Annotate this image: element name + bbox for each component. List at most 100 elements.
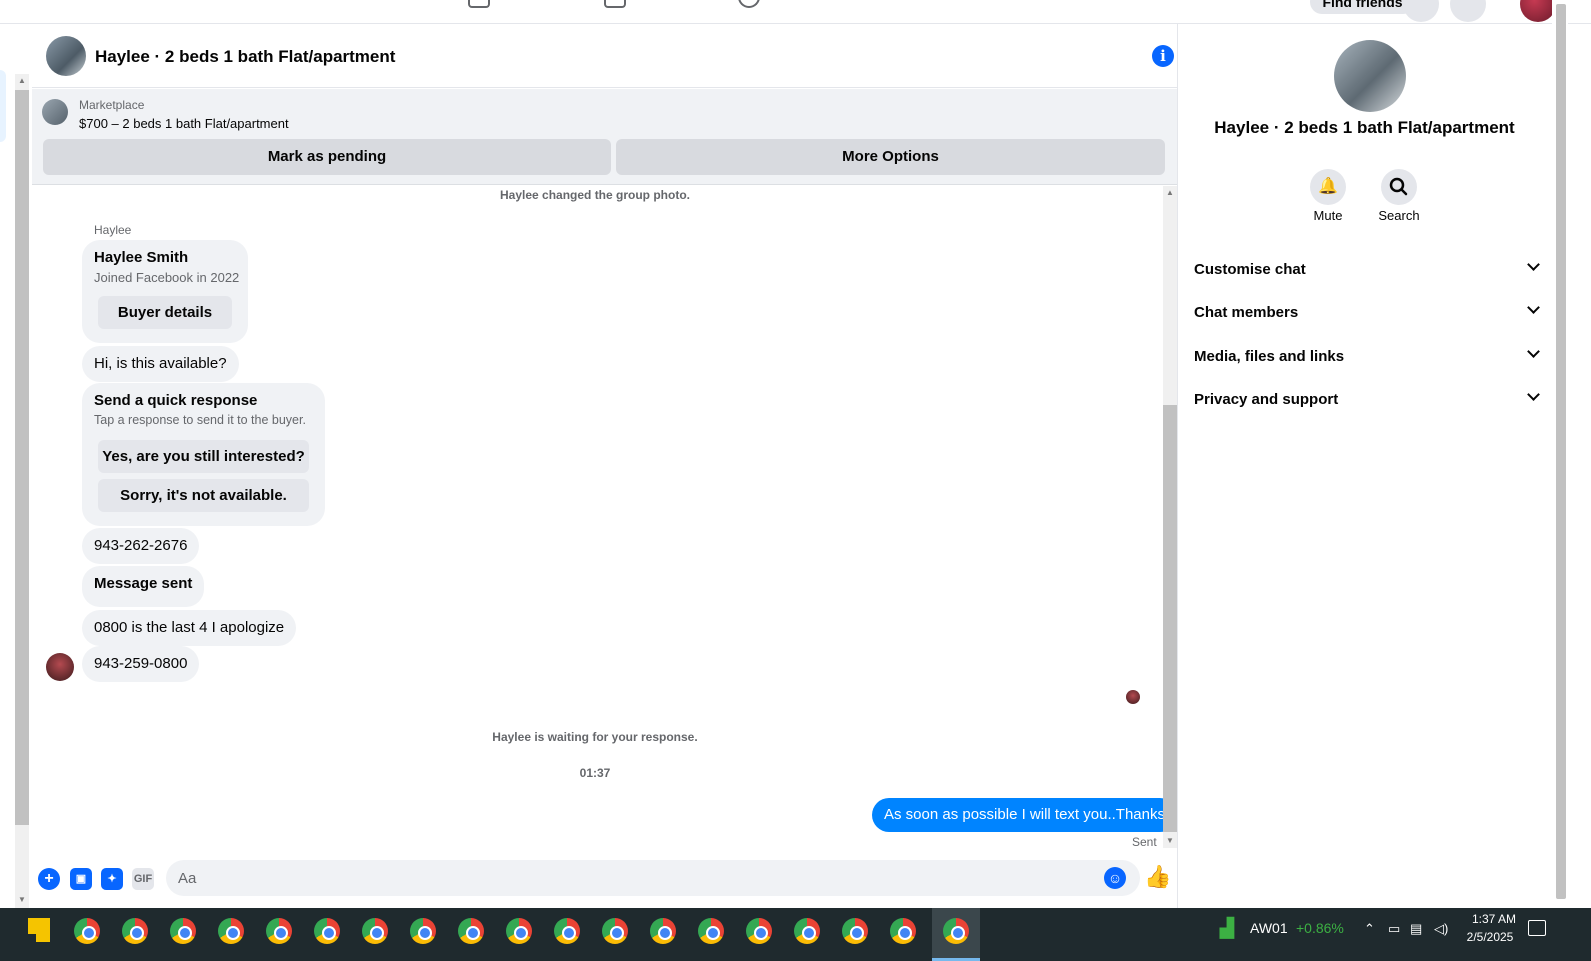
chrome-icon[interactable]: [74, 918, 100, 944]
mark-as-pending-button[interactable]: Mark as pending: [43, 139, 611, 175]
listing-thumbnail[interactable]: [42, 99, 68, 125]
scroll-down-icon[interactable]: ▼: [1166, 836, 1174, 845]
sticky-notes-icon[interactable]: [28, 918, 50, 942]
info-icon[interactable]: i: [1152, 45, 1174, 67]
quick-response-yes-button[interactable]: Yes, are you still interested?: [98, 440, 309, 473]
section-label: Media, files and links: [1194, 348, 1345, 365]
chrome-icon[interactable]: [554, 918, 580, 944]
chrome-icon[interactable]: [650, 918, 676, 944]
buyer-name: Haylee Smith: [94, 249, 189, 266]
top-navigation-bar: Find friends: [0, 0, 1591, 24]
gaming-nav-icon[interactable]: [738, 0, 760, 8]
emoji-icon[interactable]: ☺: [1104, 867, 1126, 889]
message-bubble: 0800 is the last 4 I apologize: [82, 610, 297, 646]
clock-time[interactable]: 1:37 AM: [1464, 912, 1524, 926]
groups-nav-icon[interactable]: [604, 0, 626, 8]
conversation-scrollbar-thumb[interactable]: [1163, 405, 1177, 832]
plus-icon[interactable]: +: [38, 868, 60, 890]
chrome-icon[interactable]: [410, 918, 436, 944]
section-label: Chat members: [1194, 304, 1299, 321]
chrome-icon[interactable]: [943, 918, 969, 944]
chat-details-panel: [1177, 24, 1552, 916]
chevron-down-icon: [1527, 258, 1540, 271]
message-sent-notice: Message sent: [82, 566, 205, 607]
chat-title[interactable]: Haylee · 2 beds 1 bath Flat/apartment: [95, 47, 395, 67]
bell-icon[interactable]: 🔔: [1310, 169, 1346, 205]
chevron-down-icon: [1527, 388, 1540, 401]
section-label: Customise chat: [1194, 261, 1306, 278]
chrome-icon[interactable]: [842, 918, 868, 944]
chrome-icon[interactable]: [794, 918, 820, 944]
page-scrollbar-thumb[interactable]: [1556, 4, 1566, 899]
message-input[interactable]: [166, 860, 1140, 896]
sticker-icon[interactable]: ✦: [101, 868, 123, 890]
search-label[interactable]: Search: [1369, 208, 1429, 223]
meet-now-icon[interactable]: ▭: [1388, 921, 1400, 937]
notification-icon[interactable]: [1528, 920, 1546, 936]
timestamp: 01:37: [579, 766, 611, 780]
image-icon[interactable]: ▣: [70, 868, 92, 890]
stock-chart-icon[interactable]: ▟: [1220, 918, 1242, 942]
system-message-group-photo: Haylee changed the group photo.: [499, 188, 690, 202]
buyer-details-button[interactable]: Buyer details: [98, 296, 232, 329]
chrome-icon[interactable]: [314, 918, 340, 944]
sender-avatar[interactable]: [46, 653, 74, 681]
listing-price-title[interactable]: $700 – 2 beds 1 bath Flat/apartment: [79, 116, 289, 131]
section-chat-members[interactable]: Chat members: [1194, 294, 1544, 334]
chrome-icon[interactable]: [170, 918, 196, 944]
chrome-icon[interactable]: [698, 918, 724, 944]
chrome-icon[interactable]: [602, 918, 628, 944]
chat-details-avatar[interactable]: [1334, 40, 1406, 112]
chrome-icon[interactable]: [122, 918, 148, 944]
seen-indicator-avatar: [1126, 690, 1140, 704]
like-icon[interactable]: 👍: [1144, 864, 1171, 890]
chrome-icon[interactable]: [746, 918, 772, 944]
chevron-down-icon: [1527, 301, 1540, 314]
quick-response-subtitle: Tap a response to send it to the buyer.: [94, 413, 306, 427]
mute-label[interactable]: Mute: [1298, 208, 1358, 223]
stock-symbol[interactable]: AW01: [1250, 920, 1288, 936]
left-scrollbar-thumb[interactable]: [15, 90, 29, 825]
account-avatar[interactable]: [1520, 0, 1556, 22]
chrome-icon[interactable]: [890, 918, 916, 944]
chrome-icon[interactable]: [218, 918, 244, 944]
chat-avatar[interactable]: [46, 36, 86, 76]
quick-response-sorry-button[interactable]: Sorry, it's not available.: [98, 479, 309, 512]
stock-change[interactable]: +0.86%: [1296, 920, 1344, 936]
gif-icon[interactable]: GIF: [132, 868, 154, 890]
messenger-icon[interactable]: [1450, 0, 1486, 22]
chrome-icon[interactable]: [362, 918, 388, 944]
message-status: Sent: [1132, 835, 1157, 849]
buyer-joined: Joined Facebook in 2022: [94, 270, 240, 285]
section-customise-chat[interactable]: Customise chat: [1194, 251, 1544, 291]
clock-date[interactable]: 2/5/2025: [1460, 930, 1520, 944]
section-privacy-support[interactable]: Privacy and support: [1194, 381, 1544, 421]
search-icon[interactable]: [1381, 169, 1417, 205]
tray-expand-icon[interactable]: ⌃: [1364, 921, 1375, 937]
buyer-profile-card: Haylee Smith Joined Facebook in 2022 Buy…: [82, 240, 248, 343]
menu-grid-icon[interactable]: [1403, 0, 1439, 22]
message-bubble: Hi, is this available?: [82, 346, 239, 382]
volume-icon[interactable]: ◁): [1434, 921, 1448, 937]
system-message-waiting: Haylee is waiting for your response.: [492, 730, 698, 744]
chrome-icon[interactable]: [458, 918, 484, 944]
marketplace-label: Marketplace: [79, 98, 145, 112]
find-friends-button[interactable]: Find friends: [1310, 0, 1415, 14]
message-bubble: 943-262-2676: [82, 528, 200, 564]
left-scroll-down-icon[interactable]: ▼: [18, 895, 26, 904]
outgoing-message-bubble: As soon as possible I will text you..Tha…: [872, 798, 1177, 832]
section-media-files-links[interactable]: Media, files and links: [1194, 338, 1544, 378]
chevron-down-icon: [1527, 345, 1540, 358]
marketplace-nav-icon[interactable]: [468, 0, 490, 8]
scroll-up-icon[interactable]: ▲: [1166, 188, 1174, 197]
chrome-icon[interactable]: [266, 918, 292, 944]
chrome-icon[interactable]: [506, 918, 532, 944]
left-scroll-up-icon[interactable]: ▲: [18, 76, 26, 85]
network-icon[interactable]: ▤: [1410, 921, 1422, 937]
chat-details-title: Haylee · 2 beds 1 bath Flat/apartment: [1214, 118, 1515, 137]
more-options-button[interactable]: More Options: [616, 139, 1165, 175]
active-chat-indicator: [0, 70, 6, 142]
quick-response-title: Send a quick response: [94, 392, 258, 409]
sender-name: Haylee: [94, 223, 132, 237]
quick-response-card: Send a quick response Tap a response to …: [82, 383, 325, 526]
